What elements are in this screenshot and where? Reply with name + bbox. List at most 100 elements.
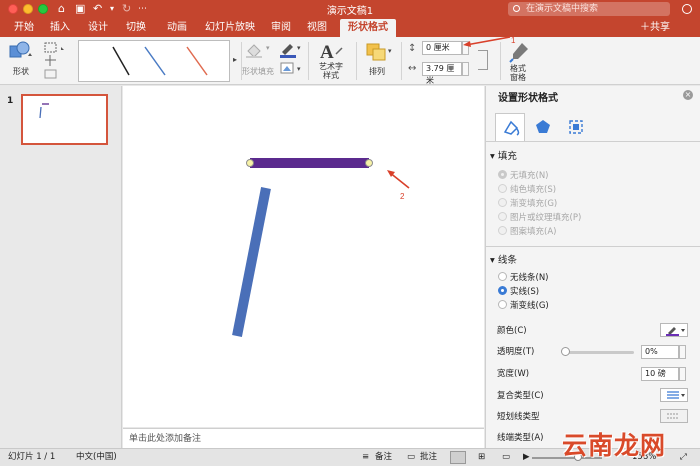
width-stepper[interactable] bbox=[462, 62, 469, 76]
search-input[interactable]: 在演示文稿中搜索 bbox=[508, 2, 670, 16]
collapse-triangle-icon: ▾ bbox=[490, 151, 495, 162]
pane-title: 设置形状格式 bbox=[498, 93, 558, 104]
thumbnail-preview bbox=[39, 103, 49, 119]
notes-area[interactable]: 单击此处添加备注 bbox=[123, 428, 484, 448]
tab-review[interactable]: 审阅 bbox=[267, 19, 295, 37]
compound-type-label: 复合类型(C) bbox=[497, 391, 544, 401]
wordart-label: 艺术字 样式 bbox=[319, 62, 343, 80]
slide-canvas[interactable]: 2 bbox=[123, 86, 484, 427]
pen-color-icon bbox=[666, 327, 685, 336]
tab-size-properties[interactable] bbox=[561, 113, 591, 141]
thumbnail-number: 1 bbox=[7, 96, 14, 106]
fit-to-window-icon[interactable]: ⤢ bbox=[680, 449, 687, 466]
effects-pentagon-icon bbox=[536, 120, 550, 133]
tab-design[interactable]: 设计 bbox=[84, 19, 112, 37]
fill-section-header[interactable]: ▾ 填充 bbox=[490, 148, 517, 162]
fill-option-none[interactable]: 无填充(N) bbox=[498, 170, 549, 182]
slideshow-icon[interactable]: ▶ bbox=[523, 449, 530, 466]
tab-slideshow[interactable]: 幻灯片放映 bbox=[200, 19, 260, 37]
share-button[interactable]: ＋共享 bbox=[640, 19, 670, 37]
ribbon: 形状 ▸ ▾ ▾ ▾ 形状填充 A 艺术字 样式 ▾ 排列 ↕ 0 厘米 ↔ 3… bbox=[0, 37, 700, 85]
fill-line-icon bbox=[503, 120, 520, 136]
height-input[interactable]: 0 厘米 bbox=[422, 41, 462, 55]
tab-home[interactable]: 开始 bbox=[10, 19, 38, 37]
transparency-slider-thumb[interactable] bbox=[561, 347, 570, 356]
shape-fill-dropdown-icon[interactable]: ▾ bbox=[266, 44, 270, 52]
height-icon: ↕ bbox=[408, 43, 417, 54]
fill-option-gradient[interactable]: 渐变填充(G) bbox=[498, 198, 557, 210]
width-label: 宽度(W) bbox=[497, 369, 530, 379]
edit-shape-icon[interactable] bbox=[42, 40, 68, 82]
shape-outline-icon[interactable] bbox=[278, 40, 298, 58]
slide-thumbnail[interactable] bbox=[21, 94, 108, 145]
transparency-stepper[interactable] bbox=[679, 345, 686, 359]
width-input[interactable]: 3.79 厘米 bbox=[422, 62, 462, 85]
shape-fill-icon[interactable] bbox=[244, 41, 268, 59]
tilted-line-shape[interactable] bbox=[232, 187, 271, 337]
comments-toggle-icon[interactable]: ▭ bbox=[407, 449, 415, 466]
tab-transitions[interactable]: 切换 bbox=[122, 19, 150, 37]
tab-shape-format[interactable]: 形状格式 bbox=[340, 19, 396, 37]
line-option-none[interactable]: 无线条(N) bbox=[498, 272, 549, 284]
reading-view-icon[interactable]: ▭ bbox=[502, 449, 510, 466]
slide-counter: 幻灯片 1 / 1 bbox=[8, 452, 56, 462]
comments-toggle-button[interactable]: 批注 bbox=[420, 449, 437, 466]
shape-effects-dropdown-icon[interactable]: ▾ bbox=[297, 65, 301, 73]
language-indicator[interactable]: 中文(中国) bbox=[76, 449, 117, 466]
tab-fill-line[interactable] bbox=[495, 113, 525, 141]
shape-outline-dropdown-icon[interactable]: ▾ bbox=[297, 44, 301, 52]
shape-fill-label: 形状填充 bbox=[242, 67, 274, 76]
slide-content: 2 bbox=[232, 158, 410, 337]
shape-effects-icon[interactable] bbox=[278, 61, 298, 77]
dash-type-select[interactable] bbox=[660, 409, 688, 423]
notes-toggle-button[interactable]: 备注 bbox=[375, 449, 392, 466]
fill-option-solid[interactable]: 纯色填充(S) bbox=[498, 184, 556, 196]
color-label: 颜色(C) bbox=[497, 326, 527, 336]
normal-view-icon[interactable] bbox=[450, 451, 466, 464]
transparency-slider[interactable] bbox=[564, 351, 634, 354]
format-shape-pane: 设置形状格式 × ▾ 填充 无填充(N) 纯色填充(S) 渐变填充(G) 图片或… bbox=[485, 86, 700, 448]
notes-toggle-icon[interactable]: ≡ bbox=[362, 449, 369, 466]
collapse-triangle-icon: ▾ bbox=[490, 255, 495, 266]
lock-aspect-bracket[interactable] bbox=[478, 50, 488, 70]
color-picker-button[interactable] bbox=[660, 323, 688, 337]
line-width-input[interactable]: 10 磅 bbox=[641, 367, 679, 381]
line-section-header[interactable]: ▾ 线条 bbox=[490, 252, 517, 266]
pane-close-icon[interactable]: × bbox=[683, 90, 693, 100]
cap-type-label: 线端类型(A) bbox=[497, 433, 544, 443]
tab-effects[interactable] bbox=[528, 113, 558, 141]
compound-type-select[interactable] bbox=[660, 388, 688, 402]
line-end-handle[interactable] bbox=[365, 159, 373, 167]
arrange-dropdown-icon[interactable]: ▾ bbox=[388, 47, 392, 55]
shape-styles-gallery[interactable] bbox=[78, 40, 230, 82]
line-start-handle[interactable] bbox=[246, 159, 254, 167]
gallery-expand-icon[interactable]: ▸ bbox=[233, 55, 237, 64]
wordart-icon[interactable]: A bbox=[316, 40, 344, 62]
ribbon-tabs: 开始 插入 设计 切换 动画 幻灯片放映 审阅 视图 形状格式 ＋共享 bbox=[0, 19, 700, 37]
transparency-label: 透明度(T) bbox=[497, 347, 535, 357]
watermark: 云南龙网 bbox=[562, 431, 667, 460]
annotation-label-1: 1 bbox=[511, 36, 516, 45]
compound-lines-icon bbox=[667, 391, 685, 399]
size-properties-icon bbox=[569, 120, 583, 134]
title-bar: ⌂ ▣ ↶ ▾ ↻ ⋯ 演示文稿1 在演示文稿中搜索 bbox=[0, 0, 700, 19]
arrange-icon[interactable] bbox=[364, 41, 390, 63]
line-option-solid[interactable]: 实线(S) bbox=[498, 286, 539, 298]
tab-animations[interactable]: 动画 bbox=[160, 19, 194, 37]
account-icon[interactable] bbox=[682, 4, 692, 14]
arrow-1: 1 bbox=[463, 36, 516, 47]
line-width-stepper[interactable] bbox=[679, 367, 686, 381]
transparency-input[interactable]: 0% bbox=[641, 345, 679, 359]
arrange-label: 排列 bbox=[369, 67, 385, 76]
shapes-icon[interactable] bbox=[8, 40, 34, 62]
shapes-label: 形状 bbox=[13, 67, 29, 76]
style-lines-preview bbox=[112, 46, 208, 76]
fill-option-pattern[interactable]: 图案填充(A) bbox=[498, 226, 556, 238]
tab-view[interactable]: 视图 bbox=[303, 19, 331, 37]
width-icon: ↔ bbox=[408, 63, 417, 74]
fill-option-picture[interactable]: 图片或纹理填充(P) bbox=[498, 212, 581, 224]
tab-insert[interactable]: 插入 bbox=[46, 19, 74, 37]
slide-sorter-icon[interactable]: ⊞ bbox=[478, 449, 485, 466]
dash-type-label: 短划线类型 bbox=[497, 412, 540, 422]
line-option-gradient[interactable]: 渐变线(G) bbox=[498, 300, 549, 312]
